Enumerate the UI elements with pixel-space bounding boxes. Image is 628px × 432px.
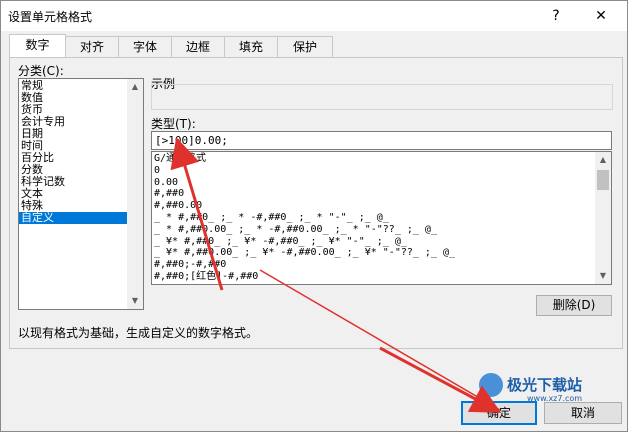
red-arrow-ok-icon [379, 346, 502, 413]
annotation-overlay [170, 137, 502, 413]
red-thin-line [259, 269, 501, 411]
red-arrow-up-icon [170, 137, 224, 291]
tab-number[interactable]: 数字 [9, 34, 66, 57]
